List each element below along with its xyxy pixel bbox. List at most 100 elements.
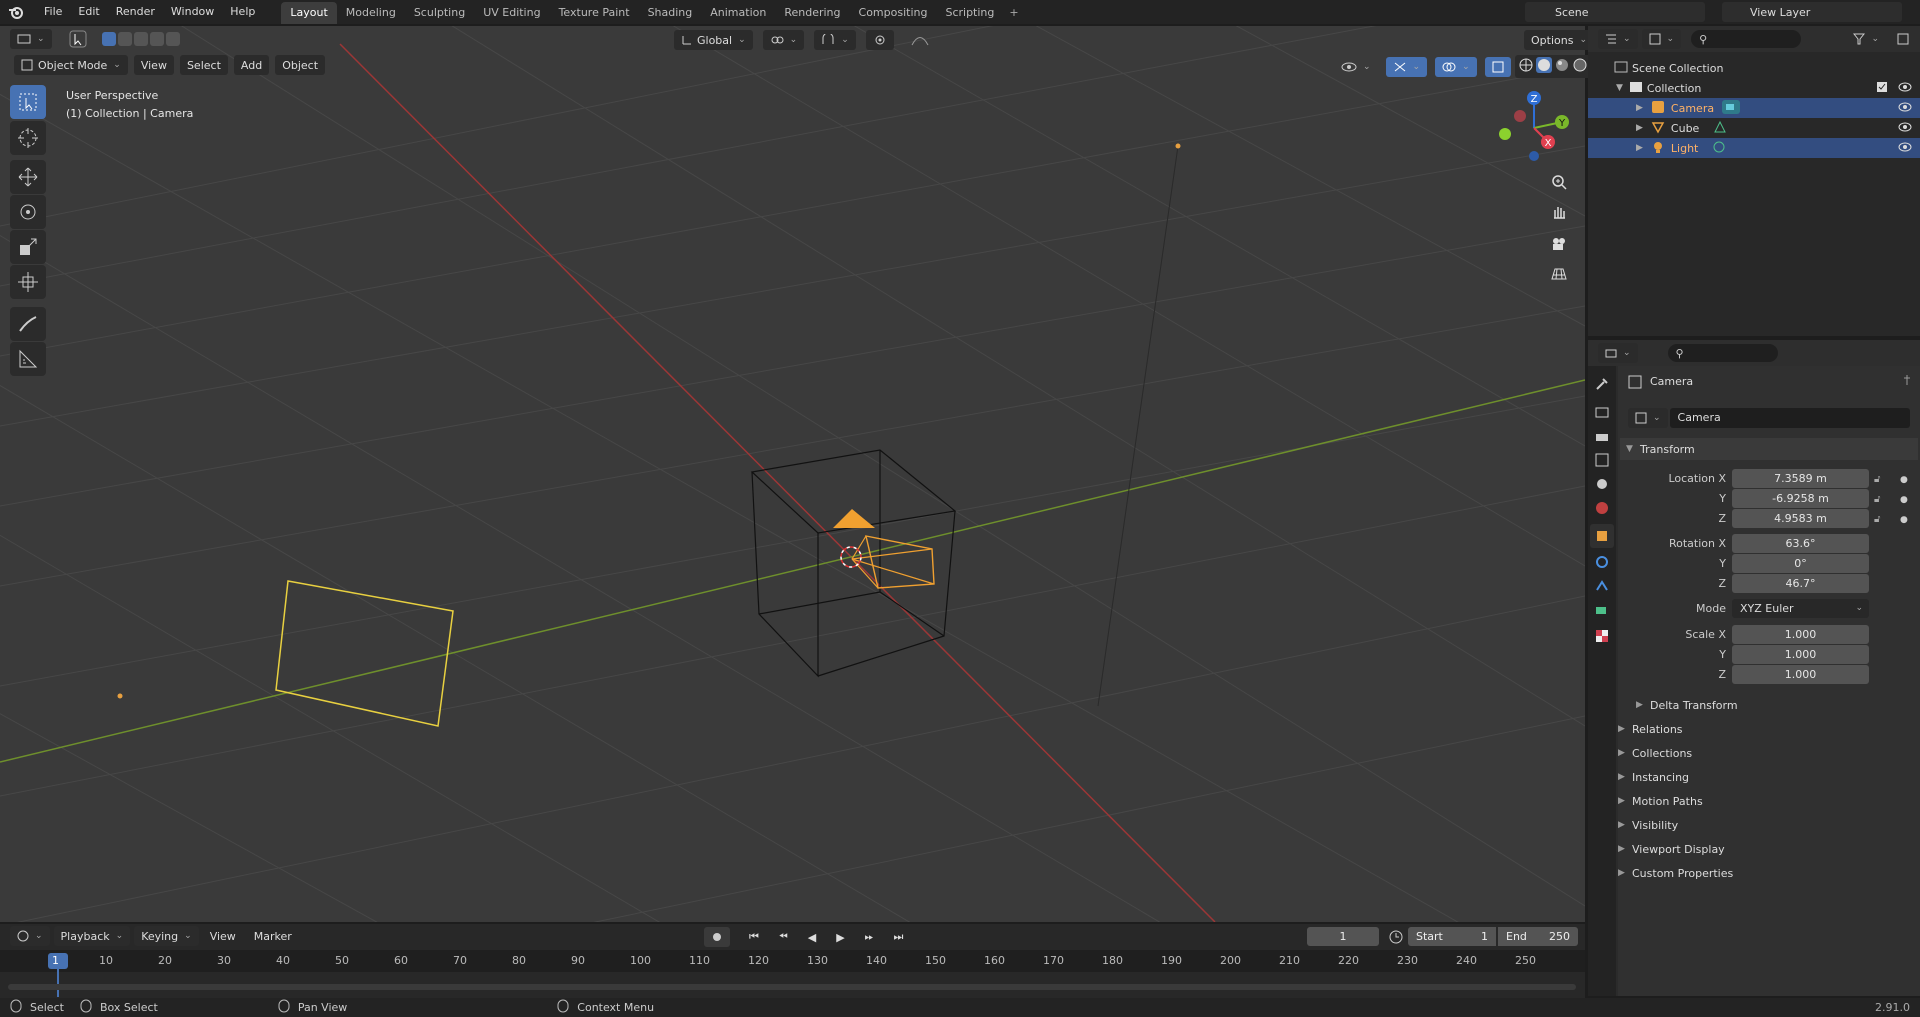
play-icon[interactable]: ▶ <box>829 927 851 947</box>
xray-toggle[interactable] <box>1484 56 1511 77</box>
visibility-panel[interactable]: ▶ Visibility <box>1618 814 1918 836</box>
view-layer-tab-icon[interactable] <box>1594 452 1610 471</box>
overlays-toggle[interactable] <box>1435 56 1477 77</box>
start-frame-field[interactable]: Start 1 <box>1408 927 1496 946</box>
rotation-z-field[interactable]: 46.7° <box>1732 574 1869 593</box>
auto-keying-toggle[interactable] <box>704 927 730 947</box>
menu-add[interactable]: Add <box>233 55 270 75</box>
light-area-outline[interactable] <box>275 580 454 727</box>
preview-range-icon[interactable] <box>1388 928 1404 947</box>
camera-expand-icon[interactable]: ▶ <box>1636 103 1643 113</box>
mesh-data-icon[interactable] <box>1713 120 1727 137</box>
menu-view[interactable]: View <box>133 55 174 75</box>
object-mode-dropdown[interactable]: Object Mode <box>14 55 128 75</box>
tab-compositing[interactable]: Compositing <box>850 2 937 24</box>
perspective-toggle-icon[interactable] <box>1545 260 1573 288</box>
select-invert-icon[interactable] <box>149 32 164 46</box>
tab-scripting[interactable]: Scripting <box>936 2 1003 24</box>
play-reverse-icon[interactable]: ◀ <box>801 927 823 947</box>
light-eye-icon[interactable] <box>1898 142 1912 155</box>
cube-eye-icon[interactable] <box>1898 122 1912 135</box>
end-frame-field[interactable]: End 250 <box>1498 927 1578 946</box>
tool-select-box[interactable] <box>10 85 46 119</box>
outliner-scene-collection[interactable]: Scene Collection <box>1588 58 1920 78</box>
instancing-panel[interactable]: ▶ Instancing <box>1618 766 1918 788</box>
tab-layout[interactable]: Layout <box>281 2 337 24</box>
tool-annotate[interactable] <box>10 307 46 341</box>
outliner-item-light[interactable]: ▶ Light <box>1588 138 1920 158</box>
tool-cursor[interactable] <box>10 121 46 155</box>
outliner-search-input[interactable]: ⚲ <box>1691 30 1802 48</box>
keyframe-dot-icon[interactable]: ● <box>1900 490 1908 510</box>
collection-expand-icon[interactable]: ▼ <box>1616 83 1623 93</box>
proportional-editing-toggle[interactable] <box>865 30 894 50</box>
camera-data-icon[interactable] <box>1722 99 1741 117</box>
jump-keyframe-back-icon[interactable]: ⏪︎ <box>772 927 795 947</box>
tool-scale[interactable] <box>10 230 46 264</box>
transform-orientation-dropdown[interactable]: Global <box>674 30 753 50</box>
scene-selector[interactable]: Scene <box>1525 2 1705 22</box>
frame-ruler[interactable]: 1 10 20 30 40 50 60 70 80 90 100 110 120 130 140 150 160… <box>0 950 1585 997</box>
add-workspace-button[interactable]: + <box>1003 2 1024 24</box>
pivot-point-dropdown[interactable] <box>762 30 805 50</box>
keyframe-dot-icon[interactable]: ● <box>1900 510 1908 530</box>
tab-animation[interactable]: Animation <box>701 2 775 24</box>
menu-window[interactable]: Window <box>163 1 222 23</box>
timeline-scrollbar[interactable] <box>8 984 1576 990</box>
visibility-dropdown[interactable] <box>1334 57 1378 77</box>
blender-logo-icon[interactable] <box>6 2 26 22</box>
output-tab-icon[interactable] <box>1594 428 1610 447</box>
tool-measure[interactable] <box>10 342 46 376</box>
keyframe-dot-icon[interactable]: ● <box>1900 470 1908 490</box>
rotation-mode-dropdown[interactable]: XYZ Euler ⌄ <box>1732 599 1869 618</box>
location-x-field[interactable]: 7.3589 m <box>1732 469 1869 488</box>
select-extend-icon[interactable] <box>117 32 132 46</box>
lock-icon[interactable]: 🔓︎ <box>1874 490 1880 510</box>
outliner-editor-type[interactable] <box>1598 29 1638 49</box>
playback-menu[interactable]: Playback <box>53 926 131 946</box>
menu-select[interactable]: Select <box>179 55 228 75</box>
gizmo-neg-z-axis[interactable] <box>1529 151 1539 161</box>
light-expand-icon[interactable]: ▶ <box>1636 143 1643 153</box>
marker-menu[interactable]: Marker <box>247 926 299 946</box>
tool-rotate[interactable] <box>10 195 46 229</box>
tool-tab-icon[interactable] <box>1594 376 1610 395</box>
jump-keyframe-forward-icon[interactable]: ⏩︎ <box>858 927 881 947</box>
tab-sculpting[interactable]: Sculpting <box>405 2 474 24</box>
gizmo-toggle[interactable] <box>1385 56 1428 77</box>
delta-transform-subpanel[interactable]: ▶ Delta Transform <box>1636 694 1920 716</box>
timeline-editor-type[interactable] <box>10 926 50 946</box>
tab-uv-editing[interactable]: UV Editing <box>474 2 549 24</box>
cube-wireframe[interactable] <box>750 449 957 678</box>
gizmo-neg-y-axis[interactable] <box>1499 128 1511 140</box>
pin-icon[interactable] <box>1901 374 1913 389</box>
outliner-item-camera[interactable]: ▶ Camera <box>1588 98 1920 118</box>
rendered-shading-icon[interactable] <box>1572 57 1588 76</box>
wireframe-shading-icon[interactable] <box>1518 57 1534 76</box>
tab-rendering[interactable]: Rendering <box>775 2 849 24</box>
motion-paths-panel[interactable]: ▶ Motion Paths <box>1618 790 1918 812</box>
menu-object[interactable]: Object <box>275 55 326 75</box>
display-mode-dropdown[interactable] <box>1641 29 1682 49</box>
select-tool-icon[interactable] <box>62 29 94 49</box>
tab-shading[interactable]: Shading <box>639 2 702 24</box>
render-tab-icon[interactable] <box>1594 404 1610 423</box>
solid-shading-icon[interactable] <box>1535 57 1552 76</box>
properties-search-input[interactable]: ⚲ <box>1667 344 1778 362</box>
scale-z-field[interactable]: 1.000 <box>1732 665 1869 684</box>
lock-icon[interactable]: 🔓︎ <box>1874 470 1880 490</box>
select-subtract-icon[interactable] <box>133 32 148 46</box>
timeline-view-menu[interactable]: View <box>203 926 243 946</box>
select-new-icon[interactable] <box>101 32 116 46</box>
datablock-browse-button[interactable] <box>1628 408 1668 428</box>
properties-editor-type[interactable] <box>1598 343 1638 363</box>
tab-texture-paint[interactable]: Texture Paint <box>550 2 639 24</box>
object-name-field[interactable]: Camera <box>1669 408 1910 428</box>
new-collection-icon[interactable] <box>1890 29 1916 49</box>
menu-help[interactable]: Help <box>222 1 263 23</box>
options-dropdown[interactable]: Options <box>1524 30 1594 50</box>
tool-transform[interactable] <box>10 265 46 299</box>
lock-icon[interactable]: 🔓︎ <box>1874 510 1880 530</box>
outliner-collection[interactable]: ▼ Collection <box>1588 78 1920 98</box>
exclude-checkbox-icon[interactable] <box>1876 81 1888 96</box>
